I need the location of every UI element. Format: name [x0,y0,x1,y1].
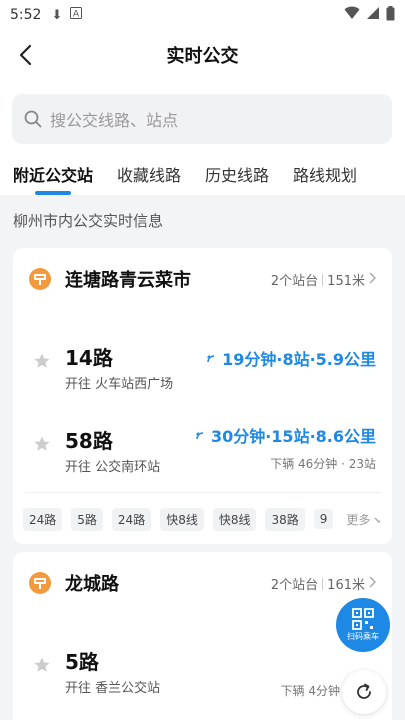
route-destination: 开往 香兰公交站 [65,681,161,696]
stop-card: 龙城路 2个站台 161米 5路 开往 香兰公交站 下辆 4分钟 [13,552,392,720]
bus-stop-icon [29,572,51,594]
stop-distance: 151米 [327,274,365,289]
platform-count: 2个站台 [270,578,319,593]
more-label: 更多 [346,512,371,527]
tab-route-planning[interactable]: 路线规划 [293,150,357,195]
route-eta: 19分钟·8站·5.9公里 [206,346,376,370]
search-input[interactable]: 搜公交线路、站点 [12,94,392,144]
route-destination: 开往 公交南环站 [65,460,161,475]
stop-distance: 161米 [327,578,365,593]
app-header: 实时公交 [0,30,405,80]
route-number: 58路 [65,429,113,453]
chevron-down-icon [374,517,380,523]
next-bus-info: 下辆 46分钟 · 23站 [270,457,376,471]
scan-to-ride-label: 扫码乘车 [347,632,379,641]
route-destination: 开往 火车站西广场 [65,377,174,392]
search-area: 搜公交线路、站点 [0,80,405,150]
chevron-right-icon [369,271,377,288]
realtime-signal-icon [195,426,209,445]
bus-stop-icon [29,268,51,290]
stop-name: 龙城路 [65,574,119,595]
status-bar: 5:52 ⬇ A [0,0,405,30]
signal-icon [366,6,380,24]
wifi-icon [344,6,360,24]
search-placeholder: 搜公交线路、站点 [50,111,179,130]
refresh-button[interactable] [342,670,386,714]
qr-code-icon [352,608,374,630]
platform-count: 2个站台 [270,274,319,289]
realtime-signal-icon [206,349,220,368]
stop-name: 连塘路青云菜市 [65,270,191,291]
app-notification-icon: A [70,7,83,23]
svg-text:A: A [73,10,80,20]
route-chip[interactable]: 9 [313,509,334,529]
chevron-left-icon [19,44,32,66]
more-routes-button[interactable]: 更多 [342,510,380,528]
route-eta: 30分钟·15站·8.6公里 [195,423,376,447]
star-icon[interactable] [33,352,51,374]
tab-bar: 附近公交站 收藏线路 历史线路 路线规划 [0,150,405,195]
divider [322,577,324,590]
route-chip[interactable]: 快8线 [212,507,257,531]
tab-history-routes[interactable]: 历史线路 [205,150,269,195]
back-button[interactable] [12,42,38,68]
section-label: 柳州市内公交实时信息 [13,212,164,230]
route-eta-text: 19分钟·8站·5.9公里 [222,350,376,369]
page-title: 实时公交 [166,46,239,67]
divider [322,273,324,286]
route-number: 5路 [65,650,99,674]
stop-info: 2个站台 151米 [270,270,377,289]
route-chip[interactable]: 24路 [111,507,152,531]
route-eta-text: 30分钟·15站·8.6公里 [210,427,376,446]
route-chip[interactable]: 5路 [71,507,103,531]
star-icon[interactable] [33,435,51,457]
refresh-icon [357,683,371,699]
route-row[interactable]: 58路 开往 公交南环站 30分钟·15站·8.6公里 下辆 46分钟 · 23… [13,403,392,483]
route-chip[interactable]: 快8线 [160,507,204,531]
download-icon: ⬇ [51,7,63,23]
route-chip[interactable]: 38路 [265,507,305,531]
chevron-right-icon [369,575,377,592]
route-row[interactable]: 5路 开往 香兰公交站 下辆 4分钟 [13,624,392,704]
route-row[interactable]: 14路 开往 火车站西广场 19分钟·8站·5.9公里 [13,320,392,400]
battery-icon [386,5,395,25]
tab-nearby-stops[interactable]: 附近公交站 [13,150,93,195]
other-routes-chips: 24路 5路 24路 快8线 快8线 38路 9 更多 [23,506,380,532]
search-icon [24,110,42,128]
scan-to-ride-button[interactable]: 扫码乘车 [336,598,390,652]
star-icon[interactable] [33,656,51,678]
stop-header[interactable]: 连塘路青云菜市 2个站台 151米 [13,248,392,310]
tab-favorite-routes[interactable]: 收藏线路 [117,150,181,195]
route-number: 14路 [65,346,113,370]
stop-info: 2个站台 161米 [270,574,377,593]
status-time: 5:52 [10,7,42,23]
route-chip[interactable]: 24路 [23,507,63,531]
stop-card: 连塘路青云菜市 2个站台 151米 14路 开往 火车站西广场 19分钟·8站·… [13,248,392,544]
next-bus-info: 下辆 4分钟 [280,684,340,698]
divider [25,492,380,493]
stop-header[interactable]: 龙城路 2个站台 161米 [13,552,392,614]
